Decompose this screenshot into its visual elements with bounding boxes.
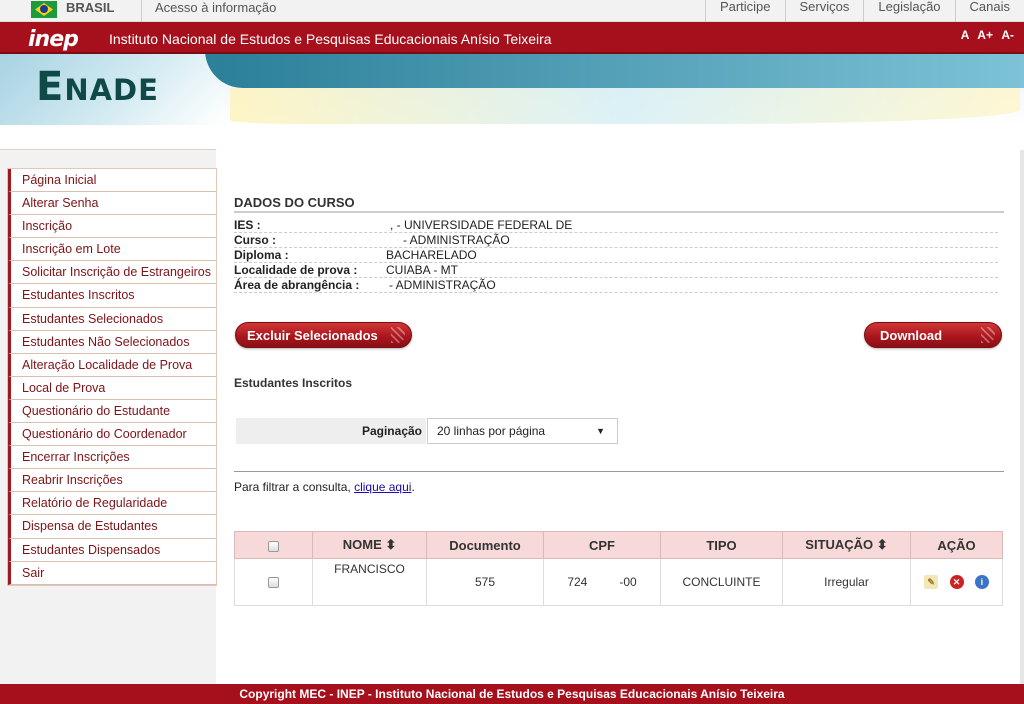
- column-header-situacao[interactable]: SITUAÇÃO ⬍: [782, 531, 911, 559]
- row-checkbox[interactable]: [268, 577, 279, 589]
- sort-icon: ⬍: [876, 537, 888, 552]
- filter-suffix: .: [411, 480, 415, 494]
- sidebar-item-pagina-inicial[interactable]: Página Inicial: [8, 169, 216, 193]
- gov-nav-legislacao[interactable]: Legislação: [863, 0, 954, 22]
- sidebar-item-alteracao-localidade[interactable]: Alteração Localidade de Prova: [8, 353, 216, 377]
- pagination-label: Paginação: [236, 418, 426, 444]
- brazil-flag-icon: [31, 1, 57, 18]
- gov-brasil-link[interactable]: BRASIL: [66, 0, 114, 15]
- font-decrease-button[interactable]: A-: [1001, 28, 1014, 42]
- cell-documento: 575: [426, 558, 544, 606]
- filter-text: Para filtrar a consulta,: [234, 480, 355, 494]
- inep-logo[interactable]: inep: [28, 27, 79, 52]
- right-edge: [1020, 150, 1024, 684]
- download-button[interactable]: Download: [864, 322, 1002, 348]
- sidebar-item-estudantes-selecionados[interactable]: Estudantes Selecionados: [8, 307, 216, 331]
- table-row: FRANCISCO 575 724 -00 CONCLUINTE Irregula…: [234, 558, 1003, 606]
- students-list-heading: Estudantes Inscritos: [234, 376, 353, 390]
- column-header-acao: AÇÃO: [910, 531, 1003, 559]
- sidebar-item-inscricao[interactable]: Inscrição: [8, 215, 216, 239]
- inep-header: inep Instituto Nacional de Estudos e Pes…: [0, 22, 1024, 54]
- field-value: - ADMINISTRAÇÃO: [389, 278, 496, 292]
- select-all-header: [234, 531, 313, 559]
- sidebar-item-sair[interactable]: Sair: [8, 561, 216, 585]
- filter-hint: Para filtrar a consulta, clique aqui.: [234, 480, 415, 494]
- cell-acao: ✎ ✕ i: [910, 558, 1003, 606]
- table-header-row: NOME ⬍ Documento CPF TIPO SITUAÇÃO ⬍ AÇÃ…: [234, 531, 1003, 559]
- banner-wave-light-decoration: [230, 88, 1020, 124]
- field-label: Localidade de prova :: [234, 263, 358, 277]
- sidebar-item-inscricao-em-lote[interactable]: Inscrição em Lote: [8, 238, 216, 262]
- sidebar-item-alterar-senha[interactable]: Alterar Senha: [8, 192, 216, 216]
- sidebar-item-dispensa-estudantes[interactable]: Dispensa de Estudantes: [8, 515, 216, 539]
- sidebar-item-estudantes-nao-selecionados[interactable]: Estudantes Não Selecionados: [8, 330, 216, 354]
- row-select-cell: [234, 558, 313, 606]
- field-value: CUIABA - MT: [386, 263, 459, 277]
- field-value: BACHARELADO: [386, 248, 477, 262]
- cell-situacao: Irregular: [782, 558, 911, 606]
- course-field-abrangencia: Área de abrangência : - ADMINISTRAÇÃO: [234, 278, 998, 293]
- gov-nav: Participe Serviços Legislação Canais: [704, 0, 1024, 22]
- field-value: , - UNIVERSIDADE FEDERAL DE: [390, 218, 573, 232]
- rows-per-page-value: 20 linhas por página: [437, 424, 546, 438]
- column-header-nome[interactable]: NOME ⬍: [312, 531, 427, 559]
- column-header-tipo: TIPO: [660, 531, 783, 559]
- font-increase-button[interactable]: A+: [977, 28, 993, 42]
- dropdown-arrow-icon: ▼: [596, 426, 605, 436]
- delete-icon[interactable]: ✕: [949, 575, 964, 590]
- sort-icon: ⬍: [385, 537, 397, 552]
- select-all-checkbox[interactable]: [268, 540, 279, 552]
- edit-icon[interactable]: ✎: [924, 575, 939, 590]
- gov-nav-servicos[interactable]: Serviços: [784, 0, 864, 22]
- enade-logo: ENADE: [36, 64, 159, 110]
- delete-selected-button[interactable]: Excluir Selecionados: [235, 322, 412, 348]
- access-info-link[interactable]: Acesso à informação: [155, 0, 276, 15]
- font-reset-button[interactable]: A: [961, 28, 969, 42]
- divider: [141, 0, 142, 22]
- gov-nav-participe[interactable]: Participe: [704, 0, 785, 22]
- field-label: Diploma :: [234, 248, 289, 262]
- footer: Copyright MEC - INEP - Instituto Naciona…: [0, 684, 1024, 704]
- enade-banner: ENADE: [0, 54, 1024, 125]
- sidebar-item-estudantes-dispensados[interactable]: Estudantes Dispensados: [8, 538, 216, 562]
- course-section-title: DADOS DO CURSO: [234, 195, 1004, 213]
- banner-wave-decoration: [205, 54, 1024, 88]
- column-header-cpf: CPF: [543, 531, 661, 559]
- field-label: IES :: [234, 218, 261, 232]
- sidebar-item-inscricao-estrangeiros[interactable]: Solicitar Inscrição de Estrangeiros: [8, 261, 216, 285]
- course-field-diploma: Diploma : BACHARELADO: [234, 248, 998, 263]
- course-field-localidade: Localidade de prova : CUIABA - MT: [234, 263, 998, 278]
- filter-link[interactable]: clique aqui: [354, 480, 411, 494]
- info-icon[interactable]: i: [974, 575, 989, 590]
- course-field-curso: Curso : - ADMINISTRAÇÃO: [234, 233, 998, 248]
- column-header-documento: Documento: [426, 531, 544, 559]
- field-label: Curso :: [234, 233, 276, 247]
- sidebar-item-reabrir-inscricoes[interactable]: Reabrir Inscrições: [8, 469, 216, 493]
- students-table: NOME ⬍ Documento CPF TIPO SITUAÇÃO ⬍ AÇÃ…: [234, 531, 1003, 606]
- institute-name: Instituto Nacional de Estudos e Pesquisa…: [109, 31, 552, 47]
- sidebar-item-questionario-coordenador[interactable]: Questionário do Coordenador: [8, 423, 216, 447]
- gov-nav-canais[interactable]: Canais: [954, 0, 1024, 22]
- sidebar: Página Inicial Alterar Senha Inscrição I…: [0, 149, 217, 684]
- pagination-control: Paginação 20 linhas por página ▼: [236, 418, 618, 444]
- divider: [234, 471, 1004, 472]
- field-value: - ADMINISTRAÇÃO: [403, 233, 510, 247]
- sidebar-item-encerrar-inscricoes[interactable]: Encerrar Inscrições: [8, 446, 216, 470]
- cell-cpf: 724 -00: [543, 558, 661, 606]
- gov-bar: BRASIL Acesso à informação Participe Ser…: [0, 0, 1024, 22]
- sidebar-item-questionario-estudante[interactable]: Questionário do Estudante: [8, 399, 216, 424]
- cell-tipo: CONCLUINTE: [660, 558, 783, 606]
- sidebar-item-relatorio-regularidade[interactable]: Relatório de Regularidade: [8, 492, 216, 516]
- font-size-controls: A A+ A-: [956, 28, 1014, 42]
- rows-per-page-select[interactable]: 20 linhas por página ▼: [427, 418, 618, 444]
- cell-nome: FRANCISCO: [312, 558, 427, 606]
- course-field-ies: IES : , - UNIVERSIDADE FEDERAL DE: [234, 218, 998, 233]
- sidebar-item-estudantes-inscritos[interactable]: Estudantes Inscritos: [8, 284, 216, 308]
- field-label: Área de abrangência :: [234, 278, 360, 292]
- sidebar-item-local-de-prova[interactable]: Local de Prova: [8, 376, 216, 400]
- sidebar-menu: Página Inicial Alterar Senha Inscrição I…: [7, 168, 217, 586]
